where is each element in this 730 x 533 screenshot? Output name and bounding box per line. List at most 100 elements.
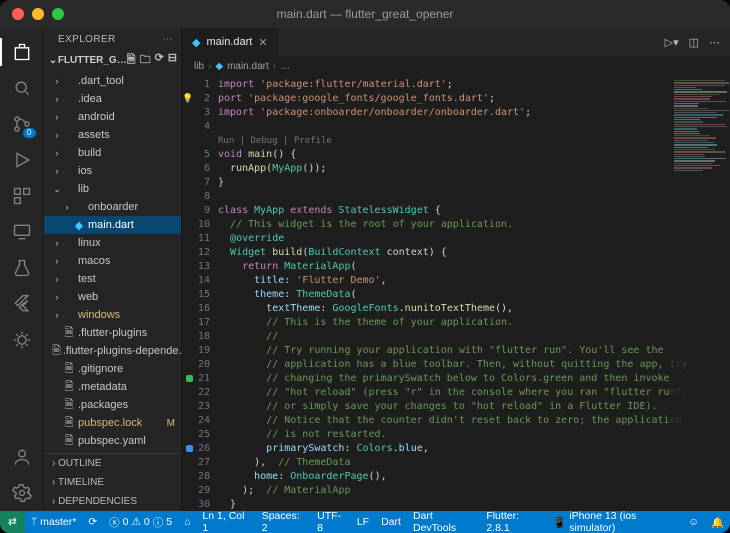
activity-debug-icon[interactable] [0,322,44,358]
breadcrumb-item[interactable]: … [280,61,290,72]
file-item[interactable]: 🗎.flutter-plugins-depende… [44,342,181,360]
minimize-window-button[interactable] [32,8,44,20]
status-debug[interactable]: ⌂ [178,511,196,533]
breadcrumb-item[interactable]: lib [194,61,204,72]
folder-item[interactable]: ›ios [44,162,181,180]
folder-item[interactable]: ›build [44,144,181,162]
file-item[interactable]: 🗎.flutter-plugins [44,324,181,342]
code-line[interactable]: } [218,498,730,511]
code-line[interactable]: // is not restarted. [218,428,730,442]
editor-tab[interactable]: ◆ main.dart ✕ [182,28,279,56]
new-folder-icon[interactable]: 🗀 [140,51,151,70]
folder-item[interactable]: ›.dart_tool [44,72,181,90]
refresh-icon[interactable]: ⟳ [155,51,164,70]
collapse-icon[interactable]: ⊟ [168,51,177,70]
lightbulb-icon[interactable]: 💡 [182,92,193,106]
editor-more-icon[interactable]: ⋯ [709,36,720,49]
code-lines[interactable]: import 'package:flutter/material.dart';p… [218,76,730,511]
code-line[interactable]: import 'package:onboarder/onboarder/onbo… [218,106,730,120]
code-line[interactable]: return MaterialApp( [218,260,730,274]
maximize-window-button[interactable] [52,8,64,20]
code-line[interactable]: // [218,330,730,344]
code-editor[interactable]: 12💡3456789101112131415161718192021222324… [182,76,730,511]
status-flutter[interactable]: Flutter: 2.8.1 [480,511,547,533]
code-line[interactable]: ); // MaterialApp [218,484,730,498]
close-tab-icon[interactable]: ✕ [258,36,267,49]
code-line[interactable]: primarySwatch: Colors.blue, [218,442,730,456]
code-line[interactable] [218,190,730,204]
code-line[interactable]: } [218,176,730,190]
code-line[interactable]: // This is the theme of your application… [218,316,730,330]
code-line[interactable] [218,120,730,134]
status-remote[interactable]: ⇄ [0,511,25,533]
code-line[interactable]: ), // ThemeData [218,456,730,470]
activity-search-icon[interactable] [0,70,44,106]
code-line[interactable]: port 'package:google_fonts/google_fonts.… [218,92,730,106]
sidebar-more-icon[interactable]: ⋯ [163,34,173,45]
activity-remote-icon[interactable] [0,214,44,250]
folder-item[interactable]: ›assets [44,126,181,144]
new-file-icon[interactable]: 🗎 [127,51,136,70]
code-line[interactable]: // or simply save your changes to "hot r… [218,400,730,414]
status-sync[interactable]: ⟳ [82,511,103,533]
folder-item[interactable]: ›web [44,288,181,306]
activity-testing-icon[interactable] [0,250,44,286]
code-line[interactable]: runApp(MyApp()); [218,162,730,176]
code-line[interactable]: home: OnboarderPage(), [218,470,730,484]
activity-settings-icon[interactable] [0,475,44,511]
dependencies-section[interactable]: › DEPENDENCIES [44,492,181,511]
code-line[interactable]: // "hot reload" (press "r" in the consol… [218,386,730,400]
status-encoding[interactable]: UTF-8 [311,511,351,533]
status-problems[interactable]: ⓧ 0 ⚠ 0 ⓘ 5 [103,511,178,533]
activity-extensions-icon[interactable] [0,178,44,214]
folder-item[interactable]: ›test [44,270,181,288]
code-line[interactable]: title: 'Flutter Demo', [218,274,730,288]
code-line[interactable]: void main() { [218,148,730,162]
folder-item[interactable]: ⌄lib [44,180,181,198]
folder-item[interactable]: ›onboarder [44,198,181,216]
code-line[interactable]: @override [218,232,730,246]
codelens[interactable]: Run | Debug | Profile [218,134,730,148]
outline-section[interactable]: › OUTLINE [44,454,181,473]
folder-item[interactable]: ›android [44,108,181,126]
activity-run-icon[interactable] [0,142,44,178]
minimap[interactable] [670,76,730,511]
status-bell-icon[interactable]: 🔔 [705,511,730,533]
code-line[interactable]: // changing the primarySwatch below to C… [218,372,730,386]
file-item[interactable]: 🗎.metadata [44,378,181,396]
file-item[interactable]: 🗎.gitignore [44,360,181,378]
folder-item[interactable]: ›windows [44,306,181,324]
folder-item[interactable]: ›.idea [44,90,181,108]
code-line[interactable]: // This widget is the root of your appli… [218,218,730,232]
code-line[interactable]: // Try running your application with "fl… [218,344,730,358]
file-item[interactable]: 🗎pubspec.yaml [44,432,181,450]
status-spaces[interactable]: Spaces: 2 [256,511,311,533]
status-device[interactable]: 📱 iPhone 13 (ios simulator) [547,511,682,533]
breadcrumbs[interactable]: lib › ◆ main.dart › … [182,56,730,76]
code-line[interactable]: textTheme: GoogleFonts.nunitoTextTheme()… [218,302,730,316]
code-line[interactable]: import 'package:flutter/material.dart'; [218,78,730,92]
code-line[interactable]: Widget build(BuildContext context) { [218,246,730,260]
status-branch[interactable]: ᛘ master* [25,511,83,533]
code-line[interactable]: // application has a blue toolbar. Then,… [218,358,730,372]
activity-explorer-icon[interactable] [0,34,44,70]
folder-item[interactable]: ›macos [44,252,181,270]
status-eol[interactable]: LF [351,511,375,533]
status-feedback[interactable]: ☺ [682,511,705,533]
activity-scm-icon[interactable]: 0 [0,106,44,142]
code-line[interactable]: theme: ThemeData( [218,288,730,302]
code-line[interactable]: // Notice that the counter didn't reset … [218,414,730,428]
activity-flutter-icon[interactable] [0,286,44,322]
project-header[interactable]: ⌄ FLUTTER_G… 🗎 🗀 ⟳ ⊟ [44,49,181,72]
split-editor-icon[interactable]: ◫ [689,36,699,49]
file-item[interactable]: 🗎.packages [44,396,181,414]
activity-account-icon[interactable] [0,439,44,475]
file-item[interactable]: ◆main.dart [44,216,181,234]
breadcrumb-item[interactable]: main.dart [227,61,269,72]
timeline-section[interactable]: › TIMELINE [44,473,181,492]
status-language[interactable]: Dart [375,511,407,533]
run-button-icon[interactable]: ▷▾ [665,36,679,49]
close-window-button[interactable] [12,8,24,20]
folder-item[interactable]: ›linux [44,234,181,252]
file-item[interactable]: 🗎pubspec.lockM [44,414,181,432]
